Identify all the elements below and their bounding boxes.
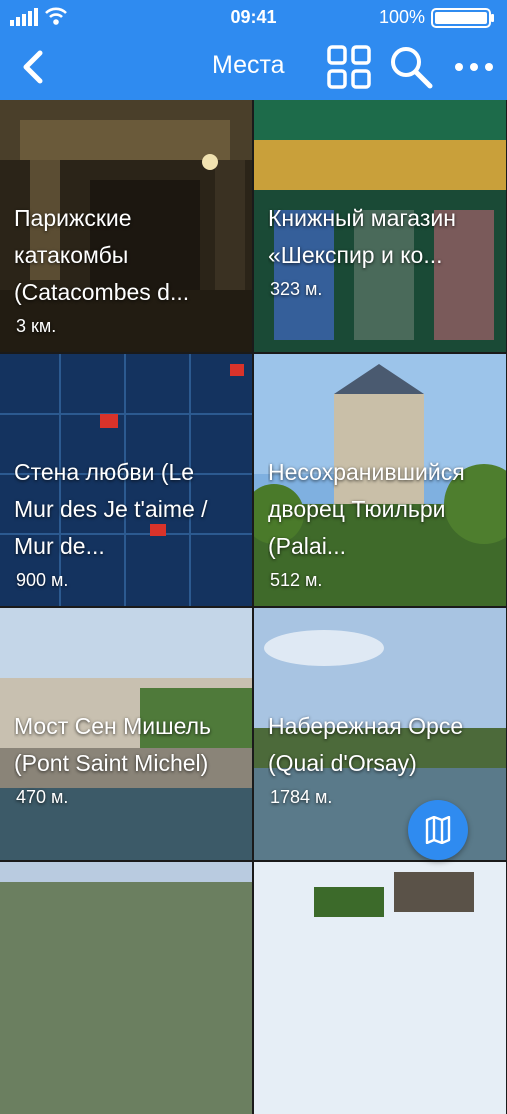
place-caption: Стена любви (Le Mur des Je t'aime / Mur … [14, 454, 238, 595]
place-tile-bookstore[interactable]: Книжный магазин «Шекспир и ко... 323 м. [254, 100, 506, 352]
grid-view-icon[interactable] [326, 44, 372, 90]
place-tile-tuileries[interactable]: Несохранившийся дворец Тюильри (Palai...… [254, 354, 506, 606]
place-caption: Мост Сен Мишель (Pont Saint Michel) 470 … [14, 708, 238, 812]
place-distance: 3 км. [16, 316, 57, 336]
place-caption: Книжный магазин «Шекспир и ко... 323 м. [268, 200, 492, 304]
place-distance: 323 м. [270, 279, 323, 299]
battery-icon [431, 8, 494, 28]
map-icon [425, 816, 451, 844]
place-name: Мост Сен Мишель (Pont Saint Michel) [14, 713, 212, 776]
place-name: Несохранившийся дворец Тюильри (Palai... [268, 459, 465, 559]
place-distance: 900 м. [16, 570, 69, 590]
place-name: Парижские катакомбы (Catacombes d... [14, 205, 190, 305]
place-name: Книжный магазин «Шекспир и ко... [268, 205, 456, 268]
place-tile-pont-saint-michel[interactable]: Мост Сен Мишель (Pont Saint Michel) 470 … [0, 608, 252, 860]
back-chevron-icon[interactable] [14, 47, 54, 87]
place-name: Стена любви (Le Mur des Je t'aime / Mur … [14, 459, 208, 559]
status-bar: 09:41 100% [0, 0, 507, 34]
place-tile-catacombs[interactable]: Парижские катакомбы (Catacombes d... 3 к… [0, 100, 252, 352]
place-tile-quai-dorsay[interactable]: Набережная Орсе (Quai d'Orsay) 1784 м. [254, 608, 506, 860]
navigation-bar: Места [0, 34, 507, 100]
place-caption: Парижские катакомбы (Catacombes d... 3 к… [14, 200, 238, 341]
search-icon[interactable] [388, 44, 434, 90]
place-tile-wall-of-love[interactable]: Стена любви (Le Mur des Je t'aime / Mur … [0, 354, 252, 606]
place-name: Набережная Орсе (Quai d'Orsay) [268, 713, 464, 776]
place-distance: 512 м. [270, 570, 323, 590]
place-distance: 470 м. [16, 787, 69, 807]
place-caption: Набережная Орсе (Quai d'Orsay) 1784 м. [268, 708, 492, 812]
app-header: 09:41 100% Места [0, 0, 507, 100]
map-button[interactable] [408, 800, 468, 860]
place-caption: Несохранившийся дворец Тюильри (Palai...… [268, 454, 492, 595]
more-icon[interactable] [451, 44, 497, 90]
page-title: Места [212, 51, 285, 79]
places-grid: Парижские катакомбы (Catacombes d... 3 к… [0, 100, 507, 1114]
battery-percent: 100% [378, 7, 425, 27]
